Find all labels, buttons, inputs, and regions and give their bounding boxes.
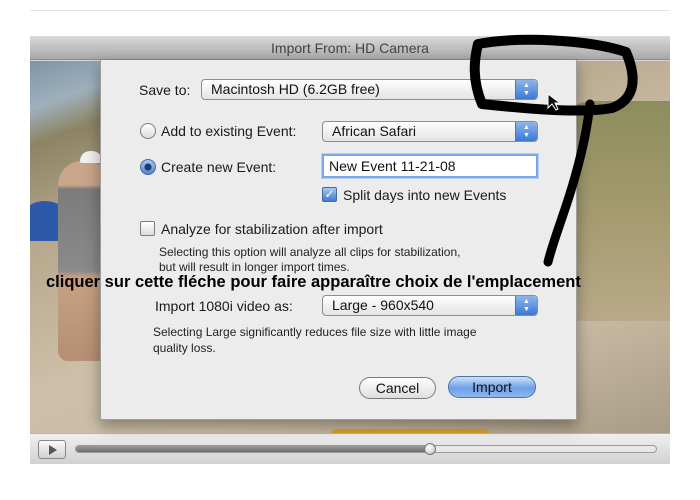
save-to-value: Macintosh HD (6.2GB free)	[211, 81, 380, 97]
play-icon	[49, 445, 57, 455]
existing-event-popup[interactable]: African Safari ▲ ▼	[322, 121, 538, 142]
analyze-help-line1: Selecting this option will analyze all c…	[159, 245, 461, 259]
top-divider	[30, 10, 670, 11]
instruction-annotation: cliquer sur cette fléche pour faire appa…	[46, 273, 581, 291]
save-to-label: Save to:	[139, 82, 191, 98]
import-dialog: Save to: Macintosh HD (6.2GB free) ▲ ▼ Ad…	[100, 60, 577, 420]
add-existing-event-radio[interactable]	[140, 123, 156, 139]
cancel-button[interactable]: Cancel	[359, 377, 436, 399]
checkmark-icon: ✓	[324, 187, 335, 201]
analyze-stabilization-checkbox[interactable]	[140, 221, 155, 236]
analyze-stabilization-label: Analyze for stabilization after import	[161, 221, 383, 237]
new-event-name-field[interactable]: New Event 11-21-08	[322, 154, 538, 178]
add-existing-event-label: Add to existing Event:	[161, 123, 297, 139]
import-size-value: Large - 960x540	[332, 297, 434, 313]
import-size-popup[interactable]: Large - 960x540 ▲ ▼	[322, 295, 538, 316]
existing-event-value: African Safari	[332, 123, 417, 139]
analyze-help-line2: but will result in longer import times.	[159, 260, 350, 274]
create-new-event-label: Create new Event:	[161, 159, 277, 175]
chevron-up-down-icon[interactable]: ▲ ▼	[515, 122, 537, 141]
split-days-checkbox[interactable]: ✓	[322, 187, 337, 202]
play-button[interactable]	[38, 440, 66, 459]
window-title: Import From: HD Camera	[30, 36, 670, 60]
import-size-help-line1: Selecting Large significantly reduces fi…	[153, 325, 477, 339]
import-button[interactable]: Import	[448, 376, 536, 398]
scrubber-knob[interactable]	[423, 443, 436, 455]
split-days-label: Split days into new Events	[343, 187, 507, 203]
playback-scrubber[interactable]	[75, 443, 657, 455]
import-1080i-label: Import 1080i video as:	[155, 298, 293, 314]
import-size-help-line2: quality loss.	[153, 341, 216, 355]
playback-controls	[30, 433, 670, 464]
chevron-up-down-icon[interactable]: ▲ ▼	[515, 296, 537, 315]
create-new-event-radio[interactable]	[140, 159, 156, 175]
save-to-popup[interactable]: Macintosh HD (6.2GB free) ▲ ▼	[201, 79, 538, 100]
chevron-up-down-icon[interactable]: ▲ ▼	[515, 80, 537, 99]
scrubber-fill	[76, 446, 430, 452]
